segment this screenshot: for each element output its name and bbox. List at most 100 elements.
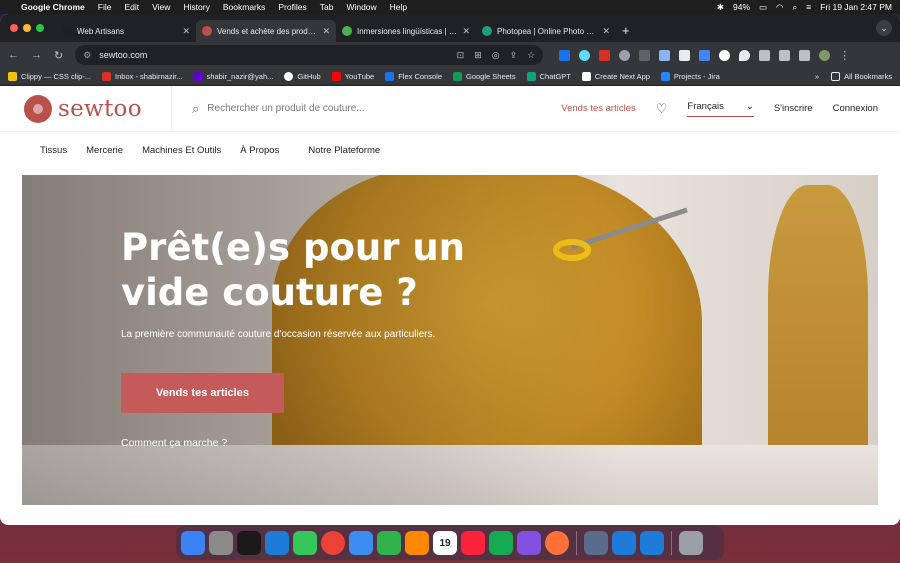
bookmark-item[interactable]: Create Next App	[581, 72, 650, 81]
firefox-icon[interactable]	[545, 531, 569, 555]
vlc-icon[interactable]	[405, 531, 429, 555]
close-tab-icon[interactable]: ✕	[322, 26, 330, 37]
extension-icon[interactable]	[659, 49, 671, 61]
eye-slash-icon[interactable]: ◎	[492, 50, 500, 61]
messages-icon[interactable]	[293, 531, 317, 555]
menubar-clock[interactable]: Fri 19 Jan 2:47 PM	[820, 2, 892, 12]
menu-window[interactable]: Window	[346, 2, 376, 12]
github-desktop-icon[interactable]	[517, 531, 541, 555]
nav-tissus[interactable]: Tissus	[40, 145, 67, 156]
menu-file[interactable]: File	[98, 2, 112, 12]
menu-profiles[interactable]: Profiles	[278, 2, 306, 12]
menu-edit[interactable]: Edit	[124, 2, 139, 12]
menu-history[interactable]: History	[183, 2, 209, 12]
bookmark-item[interactable]: Google Sheets	[453, 72, 516, 81]
search-icon[interactable]: ⌕	[792, 2, 797, 13]
bookmark-item[interactable]: GitHub	[284, 72, 321, 81]
music-icon[interactable]	[461, 531, 485, 555]
puzzle-icon[interactable]	[759, 49, 771, 61]
font-ext-icon[interactable]	[719, 49, 731, 61]
bookmark-item[interactable]: YouTube	[331, 72, 374, 81]
mail-icon[interactable]	[349, 531, 373, 555]
launchpad-icon[interactable]	[209, 531, 233, 555]
forward-icon[interactable]: →	[31, 49, 42, 61]
reload-icon[interactable]: ↻	[54, 49, 63, 62]
finder-icon[interactable]	[181, 531, 205, 555]
close-window-button[interactable]	[10, 24, 18, 32]
chrome-icon[interactable]	[321, 531, 345, 555]
tab-search-icon[interactable]: ⌄	[876, 20, 892, 36]
nav-mercerie[interactable]: Mercerie	[86, 145, 123, 156]
download-icon[interactable]	[779, 49, 791, 61]
tab-sewtoo[interactable]: Vends et achète des produits ✕	[196, 20, 336, 42]
battery-icon[interactable]: ▭	[759, 2, 767, 13]
facetime-icon[interactable]	[377, 531, 401, 555]
site-info-icon[interactable]: ⚙	[83, 50, 91, 61]
install-app-icon[interactable]: ⊡	[457, 50, 465, 61]
bluetooth-icon[interactable]: ✱	[717, 2, 724, 13]
shield-icon[interactable]	[679, 49, 691, 61]
mongodb-icon[interactable]	[489, 531, 513, 555]
extension-icon[interactable]	[639, 49, 651, 61]
tab-inmersiones[interactable]: Inmersiones lingüísticas | Ling ✕	[336, 20, 476, 42]
preview-icon[interactable]	[584, 531, 608, 555]
translate-ext-icon[interactable]	[699, 49, 711, 61]
site-logo[interactable]: sewtoo	[0, 85, 172, 132]
extension-icon[interactable]	[559, 49, 571, 61]
vscode-icon[interactable]	[612, 531, 636, 555]
bookmark-item[interactable]: Clippy — CSS clip-...	[8, 72, 91, 81]
zoom-window-button[interactable]	[36, 24, 44, 32]
terminal-icon[interactable]	[237, 531, 261, 555]
calendar-icon[interactable]: 19	[433, 531, 457, 555]
tab-photopea[interactable]: Photopea | Online Photo Edit ✕	[476, 20, 616, 42]
back-icon[interactable]: ←	[8, 49, 19, 61]
avatar[interactable]	[819, 49, 831, 61]
hero-sell-button[interactable]: Vends tes articles	[121, 373, 284, 413]
tab-web-artisans[interactable]: Web Artisans ✕	[56, 20, 196, 42]
bookmark-item[interactable]: shabir_nazir@yah...	[193, 72, 273, 81]
login-link[interactable]: Connexion	[833, 103, 878, 114]
kebab-menu-icon[interactable]: ⋮	[839, 49, 850, 62]
close-tab-icon[interactable]: ✕	[462, 26, 470, 37]
bookmark-star-icon[interactable]: ☆	[527, 50, 535, 61]
minimize-window-button[interactable]	[23, 24, 31, 32]
wifi-icon[interactable]: ◠	[776, 2, 783, 13]
signup-link[interactable]: S'inscrire	[774, 103, 813, 114]
menu-view[interactable]: View	[152, 2, 170, 12]
bookmark-item[interactable]: Flex Console	[385, 72, 442, 81]
sell-link[interactable]: Vends tes articles	[561, 103, 635, 114]
vscode-icon[interactable]	[640, 531, 664, 555]
new-tab-button[interactable]: +	[622, 23, 630, 38]
bookmark-item[interactable]: ChatGPT	[526, 72, 571, 81]
trash-icon[interactable]	[679, 531, 703, 555]
menu-help[interactable]: Help	[390, 2, 407, 12]
extension-icon[interactable]	[619, 49, 631, 61]
menu-app-name[interactable]: Google Chrome	[21, 2, 85, 12]
vscode-icon[interactable]	[265, 531, 289, 555]
side-panel-icon[interactable]	[799, 49, 811, 61]
extension-icon[interactable]	[599, 49, 611, 61]
bookmark-item[interactable]: Inbox - shabirnazir...	[102, 72, 183, 81]
all-bookmarks[interactable]: All Bookmarks	[831, 72, 892, 81]
control-center-icon[interactable]: ≡	[806, 2, 811, 12]
nav-a-propos[interactable]: À Propos	[240, 145, 279, 156]
url-text[interactable]: sewtoo.com	[99, 50, 147, 60]
translate-icon[interactable]: ⊞	[474, 50, 482, 61]
how-it-works-link[interactable]: Comment ça marche ?	[121, 437, 227, 449]
heart-icon[interactable]: ♡	[656, 101, 668, 117]
search-input[interactable]: Rechercher un produit de couture...	[207, 103, 364, 114]
menu-bookmarks[interactable]: Bookmarks	[223, 2, 266, 12]
language-select[interactable]: Français ⌄	[687, 101, 754, 117]
menu-tab[interactable]: Tab	[320, 2, 334, 12]
more-bookmarks-icon[interactable]: »	[815, 72, 819, 81]
product-search[interactable]: ⌕ Rechercher un produit de couture...	[192, 101, 552, 117]
react-devtools-icon[interactable]	[579, 49, 591, 61]
nav-machines-outils[interactable]: Machines Et Outils	[142, 145, 221, 156]
bookmark-item[interactable]: Projects - Jira	[660, 72, 720, 81]
close-tab-icon[interactable]: ✕	[602, 26, 610, 37]
close-tab-icon[interactable]: ✕	[182, 26, 190, 37]
share-icon[interactable]: ⇪	[510, 50, 518, 61]
address-bar[interactable]: ⚙ sewtoo.com ⊡ ⊞ ◎ ⇪ ☆	[75, 45, 544, 65]
extension-icon[interactable]	[739, 49, 751, 61]
nav-notre-plateforme[interactable]: Notre Plateforme	[308, 145, 380, 156]
